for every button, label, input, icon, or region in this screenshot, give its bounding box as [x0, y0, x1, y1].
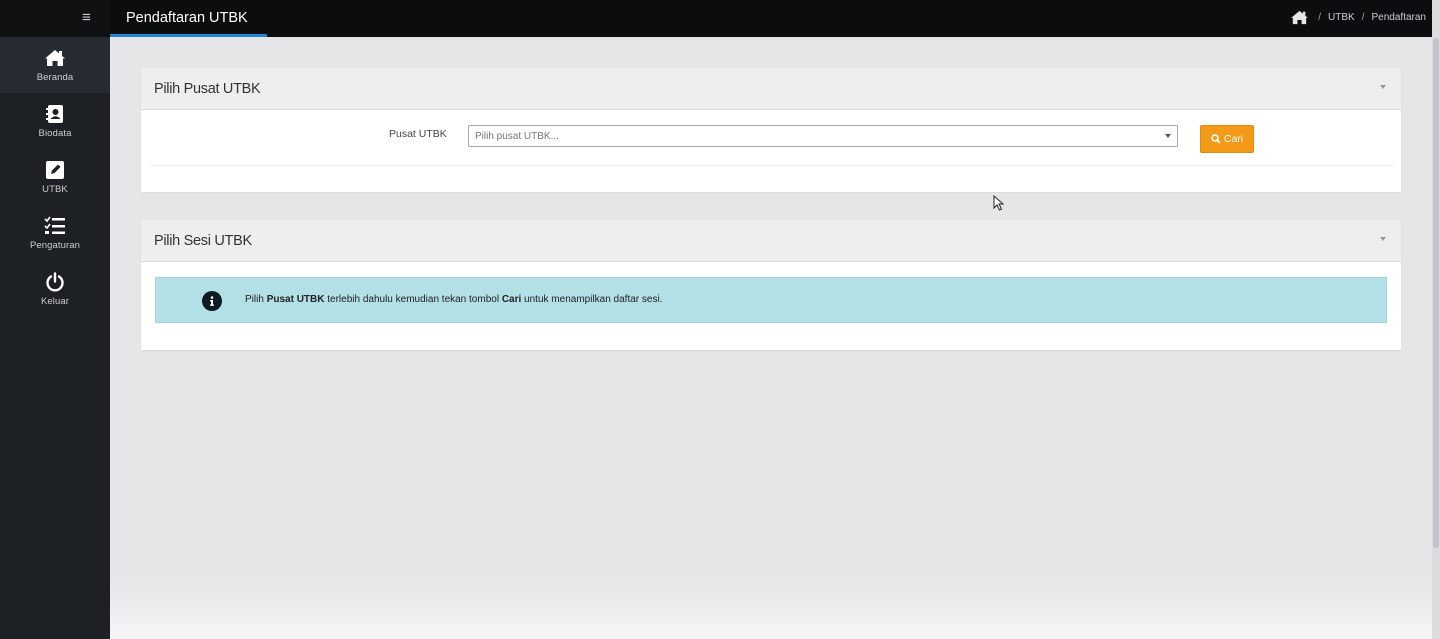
dropdown-arrow-icon	[1165, 134, 1171, 138]
power-icon	[44, 271, 66, 293]
panel-title: Pilih Sesi UTBK	[154, 233, 252, 249]
panel-pilih-pusat: Pilih Pusat UTBK Pusat UTBK Pilih pusat …	[141, 68, 1401, 192]
collapse-caret-icon[interactable]	[1380, 85, 1386, 89]
page-title: Pendaftaran UTBK	[126, 10, 248, 26]
bottom-shade	[110, 579, 1432, 639]
edit-icon	[44, 159, 66, 181]
sidebar-item-label: Biodata	[38, 128, 72, 139]
mouse-cursor-icon	[993, 195, 1004, 211]
sidebar-item-label: Keluar	[40, 296, 70, 307]
breadcrumb-item-utbk[interactable]: UTBK	[1328, 12, 1355, 23]
panel-pilih-sesi: Pilih Sesi UTBK Pilih Pusat UTBK terlebi…	[141, 220, 1401, 350]
sidebar-top: ≡	[0, 0, 110, 37]
select-placeholder: Pilih pusat UTBK...	[475, 131, 559, 142]
breadcrumb-home-icon[interactable]	[1290, 10, 1309, 25]
collapse-caret-icon[interactable]	[1380, 237, 1386, 241]
form-row-pusat: Pusat UTBK Pilih pusat UTBK... Cari	[149, 110, 1393, 166]
sidebar-item-label: UTBK	[42, 184, 68, 195]
sidebar-item-utbk[interactable]: UTBK	[0, 149, 110, 205]
sidebar-item-label: Pengaturan	[29, 240, 81, 251]
panel-header: Pilih Pusat UTBK	[141, 68, 1401, 110]
home-icon	[44, 47, 66, 69]
sidebar: ≡ Beranda Biodata UTBK Pengaturan Keluar	[0, 0, 110, 639]
top-header: Pendaftaran UTBK / UTBK / Pendaftaran	[110, 0, 1432, 37]
cari-button[interactable]: Cari	[1200, 125, 1254, 153]
sidebar-item-label: Beranda	[36, 72, 74, 83]
breadcrumb-item-pendaftaran: Pendaftaran	[1371, 12, 1427, 23]
address-book-icon	[44, 103, 66, 125]
cari-button-label: Cari	[1223, 133, 1244, 145]
scrollbar[interactable]	[1432, 0, 1440, 639]
info-icon	[202, 291, 222, 311]
breadcrumb-separator: /	[1361, 12, 1365, 23]
info-alert: Pilih Pusat UTBK terlebih dahulu kemudia…	[155, 277, 1387, 323]
sidebar-item-pengaturan[interactable]: Pengaturan	[0, 205, 110, 261]
pusat-utbk-label: Pusat UTBK	[389, 128, 447, 140]
active-indicator	[110, 34, 267, 37]
panel-header: Pilih Sesi UTBK	[141, 220, 1401, 262]
checklist-icon	[44, 215, 66, 237]
panel-title: Pilih Pusat UTBK	[154, 81, 261, 97]
info-message: Pilih Pusat UTBK terlebih dahulu kemudia…	[245, 294, 663, 305]
sidebar-item-biodata[interactable]: Biodata	[0, 93, 110, 149]
search-icon	[1211, 134, 1221, 144]
breadcrumb: / UTBK / Pendaftaran	[1290, 10, 1426, 25]
sidebar-item-keluar[interactable]: Keluar	[0, 261, 110, 317]
hamburger-icon[interactable]: ≡	[82, 9, 91, 27]
scrollbar-thumb[interactable]	[1433, 38, 1439, 548]
sidebar-item-beranda[interactable]: Beranda	[0, 37, 110, 93]
pusat-utbk-select[interactable]: Pilih pusat UTBK...	[468, 125, 1178, 147]
breadcrumb-separator: /	[1318, 12, 1322, 23]
